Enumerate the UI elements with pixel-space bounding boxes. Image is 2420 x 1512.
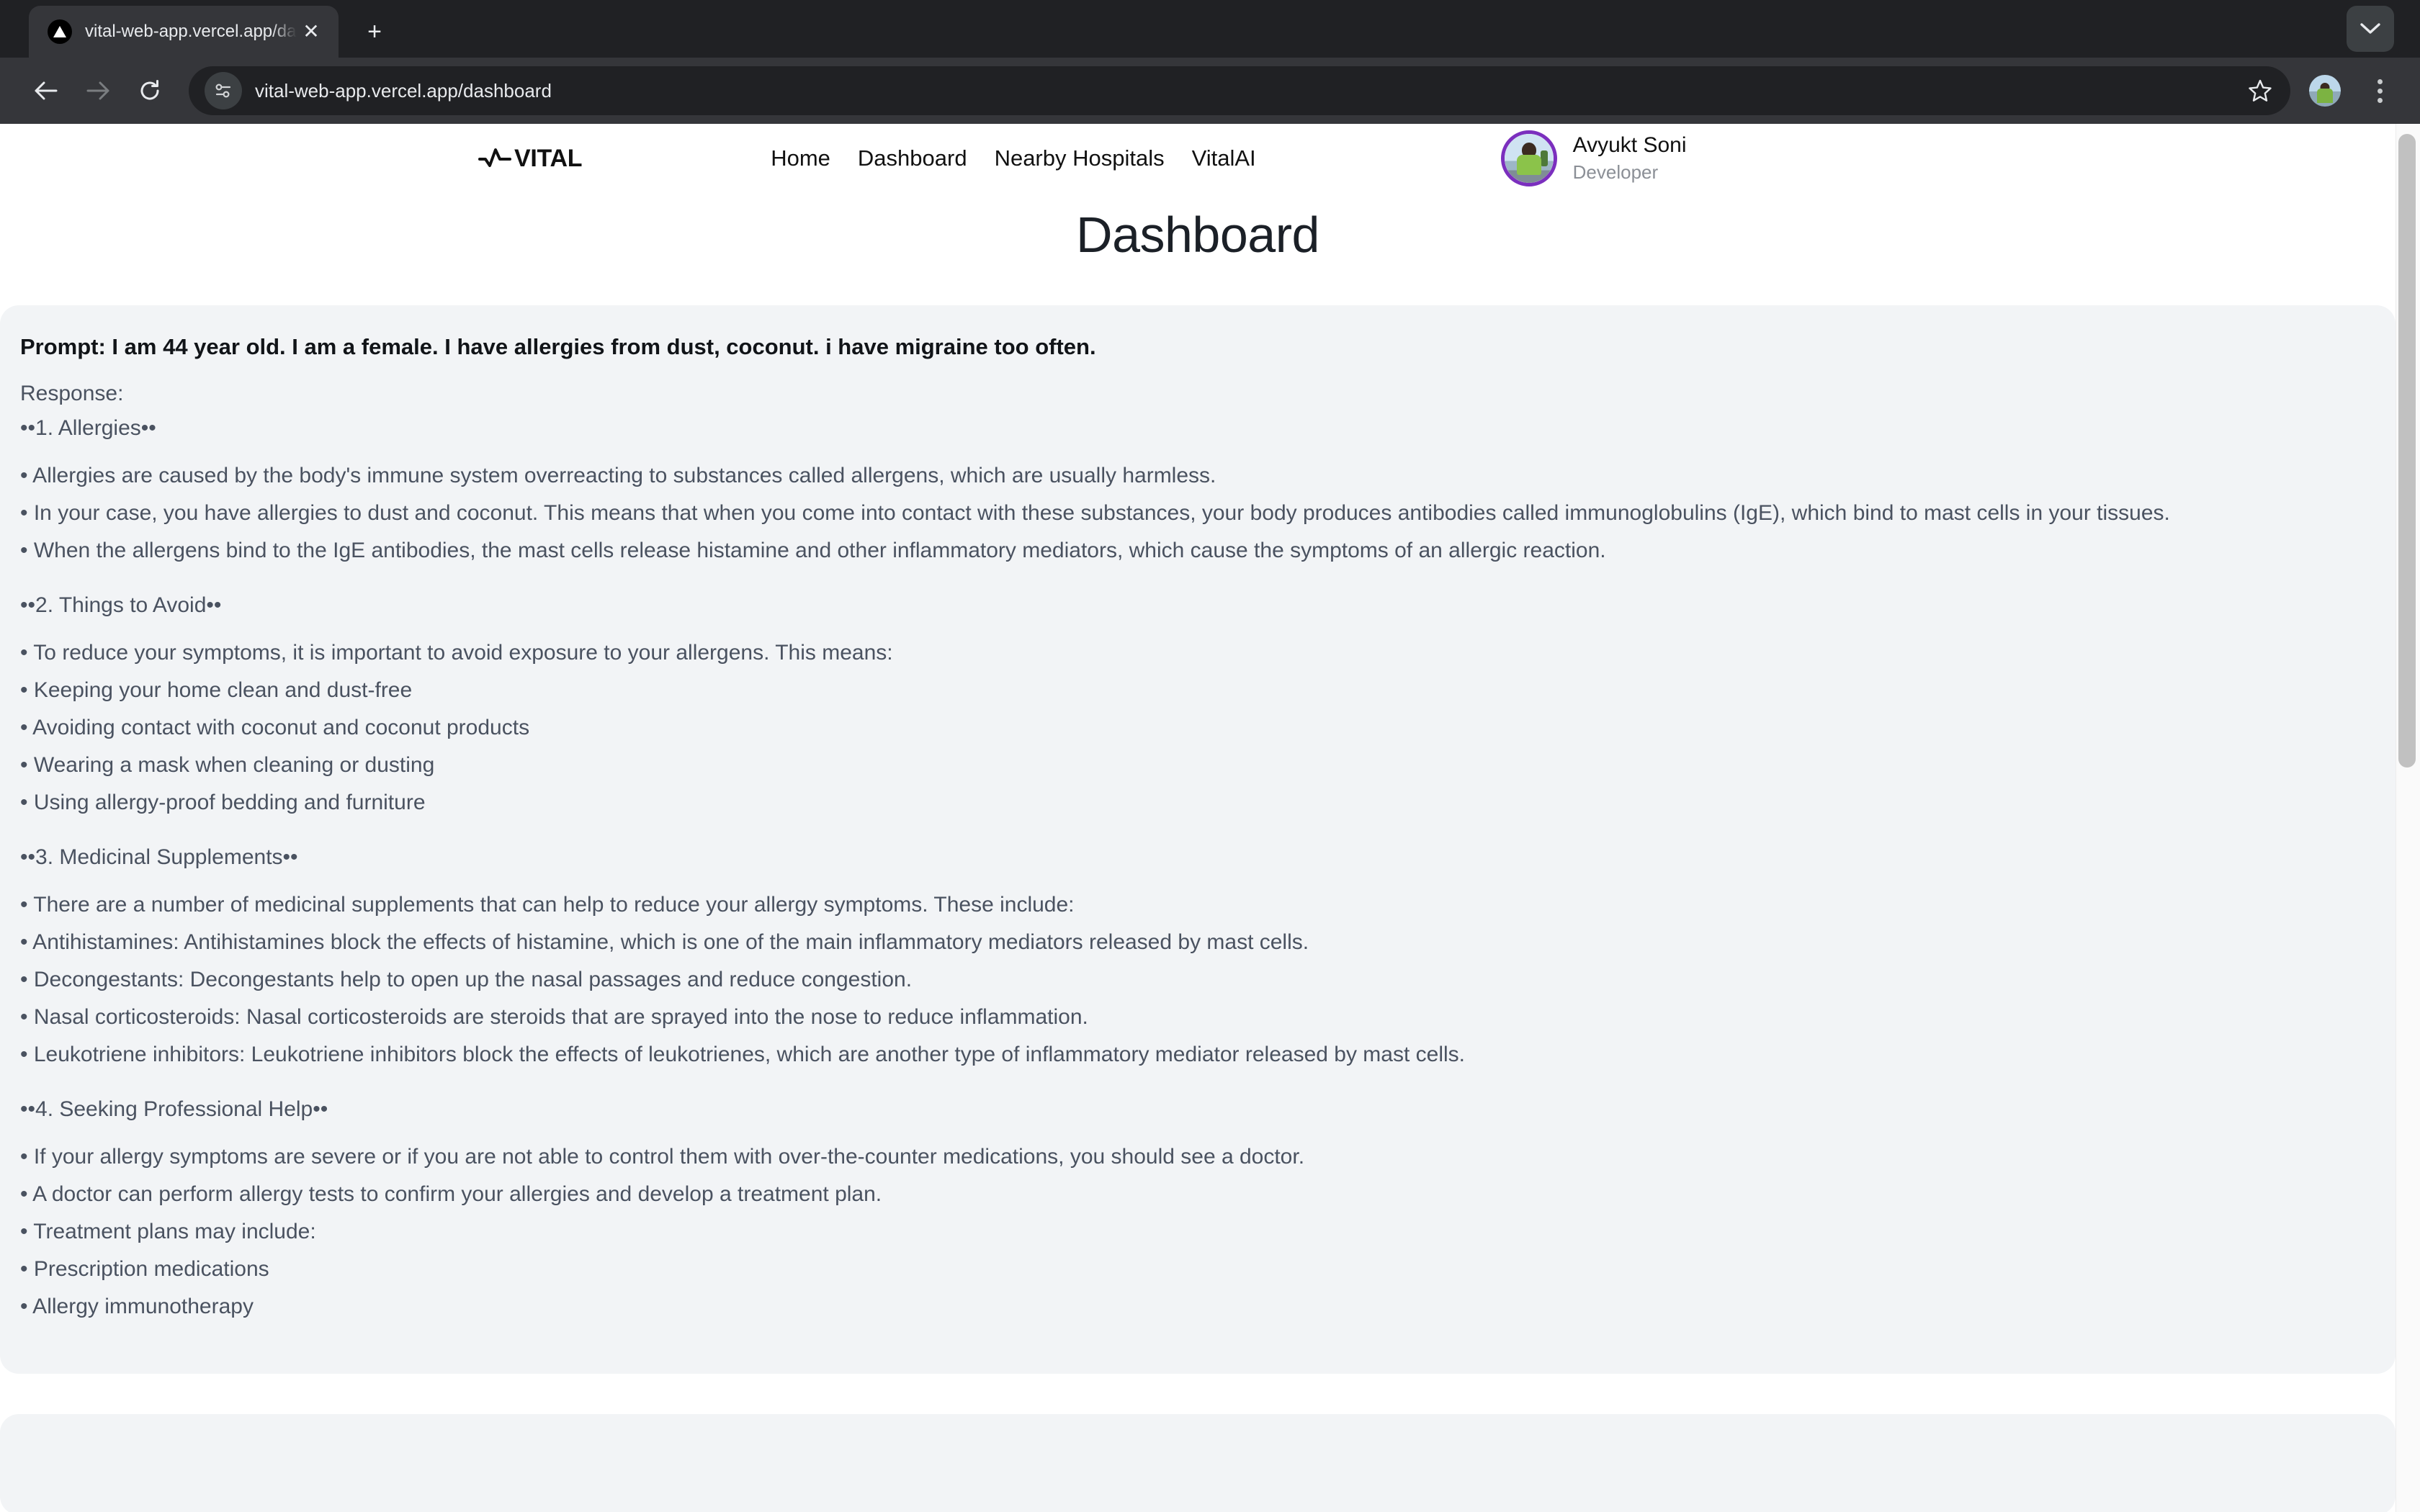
address-bar-url: vital-web-app.vercel.app/dashboard <box>255 79 552 102</box>
page-content: VITAL Home Dashboard Nearby Hospitals Vi… <box>0 124 2396 1512</box>
new-tab-button[interactable]: + <box>354 12 395 52</box>
profile-avatar-icon[interactable] <box>2309 75 2341 107</box>
heartbeat-pulse-icon <box>478 145 511 173</box>
section-line: • Treatment plans may include: <box>20 1220 316 1243</box>
section-line: • Antihistamines: Antihistamines block t… <box>20 930 1309 954</box>
close-icon[interactable]: ✕ <box>297 17 326 46</box>
user-role: Developer <box>1572 161 1659 183</box>
user-profile[interactable]: Avyukt Soni Developer <box>1500 130 1687 186</box>
section-line: • Using allergy-proof bedding and furnit… <box>20 791 426 814</box>
page-scrollbar-thumb[interactable] <box>2398 134 2416 768</box>
brand-name: VITAL <box>514 144 583 172</box>
page-viewport: VITAL Home Dashboard Nearby Hospitals Vi… <box>0 124 2420 1512</box>
section-line: • When the allergens bind to the IgE ant… <box>20 539 1606 562</box>
nav-item-dashboard[interactable]: Dashboard <box>858 145 967 171</box>
nav-item-home[interactable]: Home <box>771 145 830 171</box>
section-line: • Wearing a mask when cleaning or dustin… <box>20 753 435 777</box>
response-label: Response: <box>20 382 124 405</box>
section-line: • If your allergy symptoms are severe or… <box>20 1145 1305 1169</box>
section-heading: ••1. Allergies•• <box>20 416 156 440</box>
address-bar[interactable]: vital-web-app.vercel.app/dashboard <box>189 66 2290 115</box>
browser-tab-title: vital-web-app.vercel.app/das <box>85 22 297 41</box>
browser-tab-strip: vital-web-app.vercel.app/das ✕ + <box>0 0 2420 58</box>
next-response-card <box>0 1414 2396 1512</box>
section-heading: ••2. Things to Avoid•• <box>20 593 222 617</box>
browser-tab[interactable]: vital-web-app.vercel.app/das ✕ <box>29 6 339 58</box>
nav-item-vitalai[interactable]: VitalAI <box>1192 145 1256 171</box>
section-line: • To reduce your symptoms, it is importa… <box>20 641 893 665</box>
user-avatar-photo <box>1504 134 1554 183</box>
section-heading: ••4. Seeking Professional Help•• <box>20 1097 328 1121</box>
star-icon[interactable] <box>2240 71 2280 111</box>
section-line: • Allergies are caused by the body's imm… <box>20 464 1216 487</box>
section-line: • There are a number of medicinal supple… <box>20 893 1075 917</box>
section-line: • Leukotriene inhibitors: Leukotriene in… <box>20 1043 1465 1066</box>
section-line: • Avoiding contact with coconut and coco… <box>20 716 530 739</box>
section-line: • Decongestants: Decongestants help to o… <box>20 968 913 991</box>
section-line: • In your case, you have allergies to du… <box>20 501 2170 525</box>
nav-item-nearby-hospitals[interactable]: Nearby Hospitals <box>995 145 1165 171</box>
reload-icon[interactable] <box>124 65 176 117</box>
chevron-down-icon[interactable] <box>2347 6 2394 52</box>
brand-logo[interactable]: VITAL <box>478 144 583 173</box>
response-card: Prompt: I am 44 year old. I am a female.… <box>0 305 2396 1374</box>
prompt-text: Prompt: I am 44 year old. I am a female.… <box>20 334 1096 359</box>
site-settings-icon[interactable] <box>205 72 242 109</box>
browser-window: vital-web-app.vercel.app/das ✕ + vital-w… <box>0 0 2420 1512</box>
page-scrollbar[interactable] <box>2396 124 2420 1512</box>
user-name: Avyukt Soni <box>1572 133 1687 158</box>
page-title: Dashboard <box>1076 207 1319 263</box>
vercel-triangle-icon <box>48 19 72 44</box>
three-dot-menu-icon[interactable] <box>2360 71 2400 111</box>
section-line: • Allergy immunotherapy <box>20 1295 254 1318</box>
site-nav: Home Dashboard Nearby Hospitals VitalAI <box>771 145 1255 171</box>
avatar[interactable] <box>1500 130 1557 186</box>
section-line: • A doctor can perform allergy tests to … <box>20 1182 882 1206</box>
section-line: • Nasal corticosteroids: Nasal corticost… <box>20 1005 1088 1029</box>
section-line: • Prescription medications <box>20 1257 269 1281</box>
browser-toolbar: vital-web-app.vercel.app/dashboard <box>0 58 2420 124</box>
site-header: VITAL Home Dashboard Nearby Hospitals Vi… <box>0 124 2396 193</box>
forward-arrow-icon[interactable] <box>72 65 124 117</box>
section-heading: ••3. Medicinal Supplements•• <box>20 845 298 869</box>
section-line: • Keeping your home clean and dust-free <box>20 678 413 702</box>
back-arrow-icon[interactable] <box>20 65 72 117</box>
